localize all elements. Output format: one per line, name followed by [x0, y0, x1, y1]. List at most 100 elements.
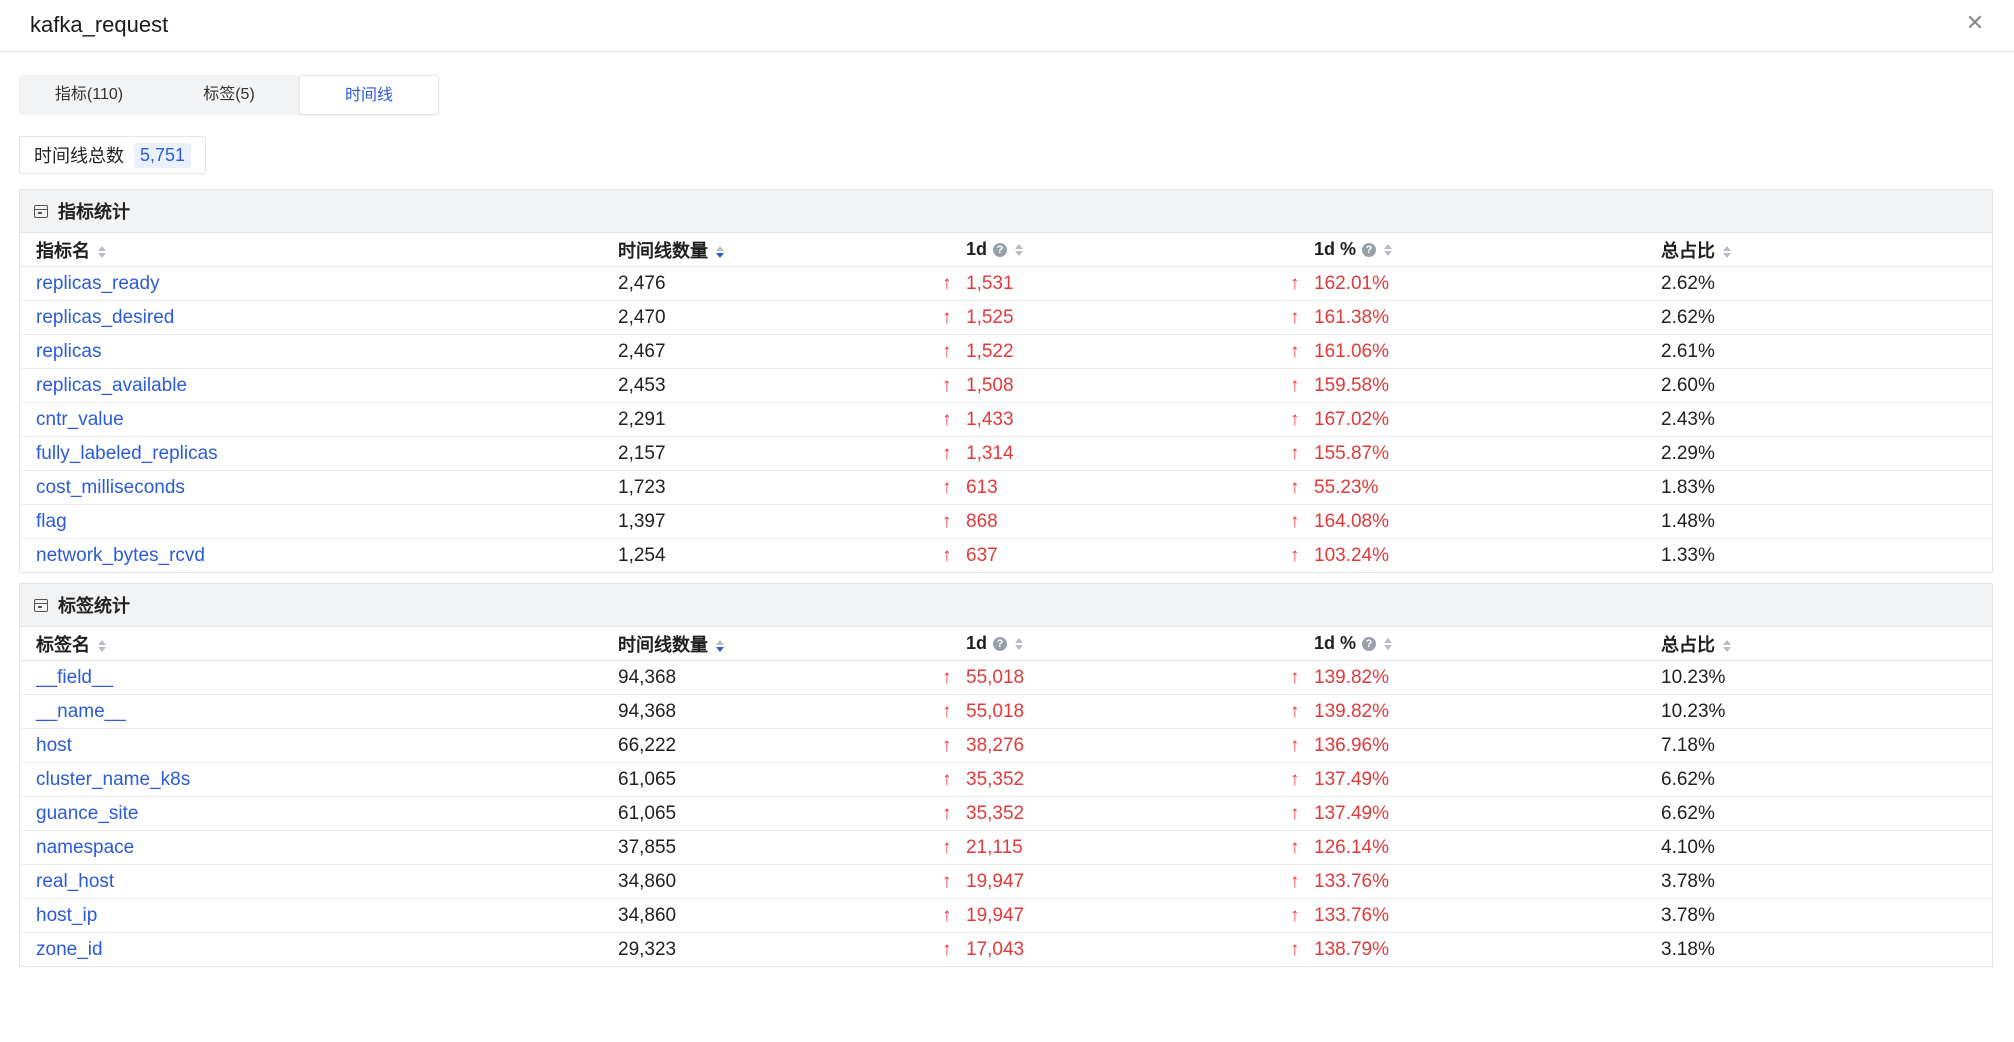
- sort-icon[interactable]: [1723, 639, 1731, 653]
- sort-icon[interactable]: [98, 245, 106, 259]
- sort-icon[interactable]: [1384, 243, 1393, 257]
- arrow-up-icon: ↑: [942, 340, 952, 362]
- row-1d-percent: ↑ 161.38%: [1290, 307, 1389, 329]
- row-count: 2,291: [618, 408, 666, 430]
- row-1d-percent: ↑ 136.96%: [1290, 735, 1389, 757]
- row-1d-percent-value: 155.87%: [1314, 442, 1390, 464]
- arrow-up-icon: ↑: [1290, 700, 1300, 722]
- close-icon[interactable]: ✕: [1962, 10, 1988, 36]
- col-share[interactable]: 总占比: [1661, 237, 1731, 263]
- row-share: 10.23%: [1661, 700, 1726, 722]
- row-count: 34,860: [618, 904, 677, 926]
- table-row: network_bytes_rcvd 1,254 ↑ 637 ↑ 103.24% 1.33%: [20, 539, 1992, 572]
- table-row: replicas_desired 2,470 ↑ 1,525 ↑ 161.38% 2.62%: [20, 301, 1992, 335]
- sort-icon[interactable]: [1015, 637, 1024, 651]
- row-1d-value: 1,522: [966, 340, 1014, 362]
- row-1d: ↑ 1,508: [942, 375, 1014, 397]
- tab-metrics[interactable]: 指标(110): [19, 75, 159, 115]
- metrics-table-header: 指标名 时间线数量 1d? 1d %? 总占比: [20, 233, 1992, 267]
- row-1d: ↑ 38,276: [942, 735, 1024, 757]
- arrow-up-icon: ↑: [1290, 938, 1300, 960]
- arrow-up-icon: ↑: [942, 510, 952, 532]
- row-name-link[interactable]: zone_id: [36, 939, 103, 961]
- question-circle-icon[interactable]: ?: [1362, 243, 1377, 258]
- modal-header: kafka_request ✕: [0, 0, 2014, 52]
- question-circle-icon[interactable]: ?: [993, 637, 1008, 652]
- row-name-link[interactable]: network_bytes_rcvd: [36, 545, 205, 567]
- row-name-link[interactable]: guance_site: [36, 803, 138, 825]
- row-1d-percent: ↑ 167.02%: [1290, 409, 1389, 431]
- row-share: 1.48%: [1661, 510, 1715, 532]
- tab-timeline[interactable]: 时间线: [299, 75, 439, 115]
- arrow-up-icon: ↑: [1290, 374, 1300, 396]
- table-row: cntr_value 2,291 ↑ 1,433 ↑ 167.02% 2.43%: [20, 403, 1992, 437]
- row-1d-percent-value: 133.76%: [1314, 870, 1390, 892]
- row-name-link[interactable]: flag: [36, 511, 67, 533]
- row-share: 2.61%: [1661, 340, 1715, 362]
- row-1d-value: 19,947: [966, 904, 1025, 926]
- row-1d-percent: ↑ 103.24%: [1290, 545, 1389, 567]
- question-circle-icon[interactable]: ?: [993, 243, 1008, 258]
- row-name-link[interactable]: __field__: [36, 667, 113, 689]
- table-row: host_ip 34,860 ↑ 19,947 ↑ 133.76% 3.78%: [20, 899, 1992, 933]
- arrow-up-icon: ↑: [1290, 734, 1300, 756]
- row-1d: ↑ 1,522: [942, 341, 1014, 363]
- row-1d: ↑ 613: [942, 477, 998, 499]
- row-share: 7.18%: [1661, 734, 1715, 756]
- row-name-link[interactable]: host_ip: [36, 905, 97, 927]
- question-circle-icon[interactable]: ?: [1362, 637, 1377, 652]
- row-count: 29,323: [618, 938, 677, 960]
- row-name-link[interactable]: __name__: [36, 701, 126, 723]
- arrow-up-icon: ↑: [942, 700, 952, 722]
- row-name-link[interactable]: fully_labeled_replicas: [36, 443, 218, 465]
- arrow-up-icon: ↑: [942, 272, 952, 294]
- row-name-link[interactable]: host: [36, 735, 72, 757]
- sort-icon[interactable]: [1723, 245, 1731, 259]
- row-1d-percent: ↑ 133.76%: [1290, 905, 1389, 927]
- col-share[interactable]: 总占比: [1661, 631, 1731, 657]
- col-1d-percent[interactable]: 1d %?: [1314, 633, 1393, 654]
- col-timeline-count[interactable]: 时间线数量: [618, 631, 724, 657]
- sort-icon[interactable]: [716, 639, 724, 653]
- row-name-link[interactable]: replicas: [36, 341, 101, 363]
- arrow-up-icon: ↑: [1290, 306, 1300, 328]
- arrow-up-icon: ↑: [942, 802, 952, 824]
- table-icon: [34, 598, 48, 612]
- sort-icon[interactable]: [716, 245, 724, 259]
- row-1d-percent-value: 55.23%: [1314, 476, 1379, 498]
- sort-icon[interactable]: [98, 639, 106, 653]
- row-1d-percent: ↑ 137.49%: [1290, 803, 1389, 825]
- col-1d[interactable]: 1d?: [966, 633, 1024, 654]
- row-1d-value: 868: [966, 510, 998, 532]
- row-share: 3.18%: [1661, 938, 1715, 960]
- row-name-link[interactable]: real_host: [36, 871, 114, 893]
- arrow-up-icon: ↑: [942, 666, 952, 688]
- tags-table-header: 标签名 时间线数量 1d? 1d %? 总占比: [20, 627, 1992, 661]
- row-name-link[interactable]: replicas_available: [36, 375, 187, 397]
- row-1d: ↑ 55,018: [942, 667, 1024, 689]
- row-name-link[interactable]: replicas_ready: [36, 273, 160, 295]
- col-tag-name[interactable]: 标签名: [36, 631, 106, 657]
- row-count: 94,368: [618, 666, 677, 688]
- col-1d-percent[interactable]: 1d %?: [1314, 239, 1393, 260]
- row-name-link[interactable]: cluster_name_k8s: [36, 769, 190, 791]
- row-1d-percent-value: 103.24%: [1314, 544, 1390, 566]
- arrow-up-icon: ↑: [942, 938, 952, 960]
- row-name-link[interactable]: cntr_value: [36, 409, 124, 431]
- row-1d-percent-value: 167.02%: [1314, 408, 1390, 430]
- table-row: host 66,222 ↑ 38,276 ↑ 136.96% 7.18%: [20, 729, 1992, 763]
- col-timeline-count[interactable]: 时间线数量: [618, 237, 724, 263]
- col-1d[interactable]: 1d?: [966, 239, 1024, 260]
- row-name-link[interactable]: namespace: [36, 837, 134, 859]
- row-1d-percent-value: 137.49%: [1314, 802, 1390, 824]
- row-name-link[interactable]: replicas_desired: [36, 307, 174, 329]
- row-name-link[interactable]: cost_milliseconds: [36, 477, 185, 499]
- row-1d-value: 1,433: [966, 408, 1014, 430]
- table-row: fully_labeled_replicas 2,157 ↑ 1,314 ↑ 155.87…: [20, 437, 1992, 471]
- col-metric-name[interactable]: 指标名: [36, 237, 106, 263]
- timeline-total-value: 5,751: [134, 142, 192, 168]
- tab-tags[interactable]: 标签(5): [159, 75, 299, 115]
- sort-icon[interactable]: [1384, 637, 1393, 651]
- sort-icon[interactable]: [1015, 243, 1024, 257]
- row-1d-percent: ↑ 138.79%: [1290, 939, 1389, 961]
